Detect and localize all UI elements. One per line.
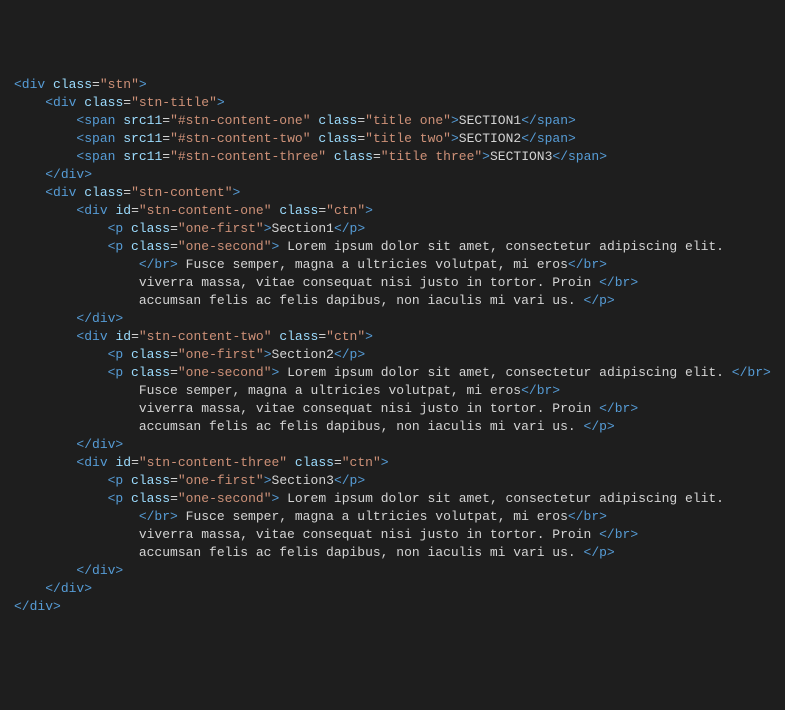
- code-line[interactable]: accumsan felis ac felis dapibus, non iac…: [0, 544, 785, 562]
- code-line[interactable]: </div>: [0, 580, 785, 598]
- code-line[interactable]: <div id="stn-content-three" class="ctn">: [0, 454, 785, 472]
- code-line[interactable]: <div class="stn-title">: [0, 94, 785, 112]
- code-line[interactable]: <div id="stn-content-two" class="ctn">: [0, 328, 785, 346]
- code-line[interactable]: </br> Fusce semper, magna a ultricies vo…: [0, 256, 785, 274]
- code-line[interactable]: </div>: [0, 598, 785, 616]
- code-line[interactable]: <span src11="#stn-content-two" class="ti…: [0, 130, 785, 148]
- code-line[interactable]: </br> Fusce semper, magna a ultricies vo…: [0, 508, 785, 526]
- code-line[interactable]: <span src11="#stn-content-one" class="ti…: [0, 112, 785, 130]
- code-line[interactable]: </div>: [0, 562, 785, 580]
- code-line[interactable]: </div>: [0, 436, 785, 454]
- code-line[interactable]: viverra massa, vitae consequat nisi just…: [0, 526, 785, 544]
- code-line[interactable]: <p class="one-first">Section2</p>: [0, 346, 785, 364]
- code-line[interactable]: <div class="stn">: [0, 76, 785, 94]
- code-line[interactable]: Fusce semper, magna a ultricies volutpat…: [0, 382, 785, 400]
- code-line[interactable]: </div>: [0, 166, 785, 184]
- code-line[interactable]: </div>: [0, 310, 785, 328]
- code-line[interactable]: <div class="stn-content">: [0, 184, 785, 202]
- code-line[interactable]: viverra massa, vitae consequat nisi just…: [0, 274, 785, 292]
- code-line[interactable]: viverra massa, vitae consequat nisi just…: [0, 400, 785, 418]
- code-line[interactable]: <p class="one-second"> Lorem ipsum dolor…: [0, 364, 785, 382]
- code-line[interactable]: accumsan felis ac felis dapibus, non iac…: [0, 418, 785, 436]
- code-line[interactable]: <p class="one-second"> Lorem ipsum dolor…: [0, 238, 785, 256]
- code-line[interactable]: <p class="one-second"> Lorem ipsum dolor…: [0, 490, 785, 508]
- code-line[interactable]: <p class="one-first">Section3</p>: [0, 472, 785, 490]
- code-editor[interactable]: <div class="stn"> <div class="stn-title"…: [0, 76, 785, 616]
- code-line[interactable]: <p class="one-first">Section1</p>: [0, 220, 785, 238]
- code-line[interactable]: <span src11="#stn-content-three" class="…: [0, 148, 785, 166]
- code-line[interactable]: <div id="stn-content-one" class="ctn">: [0, 202, 785, 220]
- code-line[interactable]: accumsan felis ac felis dapibus, non iac…: [0, 292, 785, 310]
